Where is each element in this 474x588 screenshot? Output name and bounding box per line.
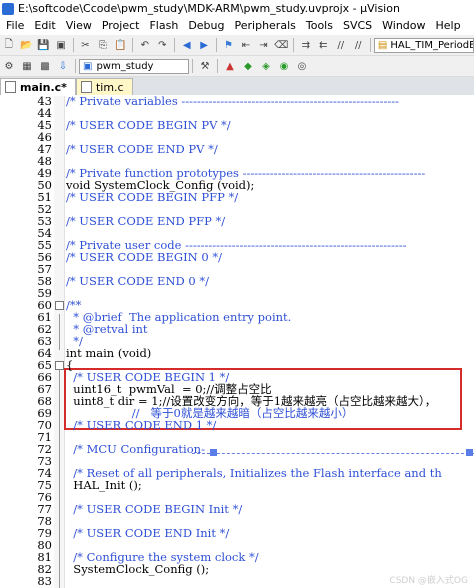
file-extensions-icon[interactable]: ▲ — [223, 59, 237, 73]
code-text: /* USER CODE END PV */ — [66, 142, 218, 156]
c-file-icon — [5, 81, 16, 93]
toolbar-separator — [215, 38, 217, 52]
nav-forward-icon[interactable]: ▶ — [197, 38, 210, 52]
target-icon: ▣ — [83, 60, 93, 72]
code-text: /* USER CODE END Init */ — [66, 526, 230, 540]
menu-file[interactable]: File — [0, 19, 29, 32]
code-text: /* USER CODE END 1 */ — [66, 418, 217, 432]
manage-components-icon[interactable]: ◆ — [241, 59, 255, 73]
c-file-icon — [80, 81, 92, 93]
bookmark-icon[interactable]: ⚑ — [222, 38, 235, 52]
toolbar-separator — [217, 59, 218, 73]
title-bar: E:\softcode\Ccode\pwm_study\MDK-ARM\pwm_… — [0, 0, 474, 17]
new-file-icon[interactable]: 🗋 — [2, 38, 15, 52]
save-all-icon[interactable]: ▣ — [54, 38, 67, 52]
window-title: E:\softcode\Ccode\pwm_study\MDK-ARM\pwm_… — [18, 2, 400, 15]
code-text: HAL_Init (); — [66, 478, 142, 492]
menu-peripherals[interactable]: Peripherals — [230, 19, 301, 32]
save-icon[interactable]: 💾 — [37, 38, 50, 52]
code-text: /* USER CODE BEGIN PFP */ — [66, 190, 239, 204]
line-number: 83 — [37, 574, 52, 588]
code-line[interactable]: 43/* Private variables -----------------… — [0, 96, 474, 107]
select-pack-icon[interactable]: ◈ — [259, 59, 273, 73]
clear-bookmarks-icon[interactable]: ⌫ — [274, 38, 288, 52]
file-toolbar: 🗋 📂 💾 ▣ ✂ ⎘ 📋 ↶ ↷ ◀ ▶ ⚑ ⇤ ⇥ ⌫ ⇉ ⇇ // // … — [0, 35, 474, 56]
rebuild-icon[interactable]: ▩ — [38, 59, 52, 73]
code-text: /* USER CODE BEGIN 0 */ — [66, 250, 222, 264]
copy-icon[interactable]: ⎘ — [96, 38, 109, 52]
fold-toggle-icon[interactable] — [55, 301, 64, 310]
code-line[interactable]: 56/* USER CODE BEGIN 0 */ — [0, 251, 474, 263]
menu-view[interactable]: View — [61, 19, 97, 32]
tab-label: main.c* — [20, 80, 67, 94]
toolbar-separator — [192, 59, 193, 73]
toolbar-separator — [369, 38, 371, 52]
comment-icon[interactable]: // — [334, 38, 347, 52]
code-editor[interactable]: 43/* Private variables -----------------… — [0, 96, 474, 588]
code-line[interactable]: 45/* USER CODE BEGIN PV */ — [0, 119, 474, 131]
code-line[interactable]: 79 /* USER CODE END Init */ — [0, 527, 474, 539]
toolbar-separator — [132, 38, 134, 52]
code-line[interactable]: 72 /* MCU Configuration- — [0, 443, 474, 455]
code-text: /* USER CODE END PFP */ — [66, 214, 226, 228]
prev-bookmark-icon[interactable]: ⇤ — [239, 38, 252, 52]
find-combo-value: HAL_TIM_PeriodElaps — [390, 39, 473, 51]
undo-icon[interactable]: ↶ — [138, 38, 151, 52]
code-line[interactable]: 47/* USER CODE END PV */ — [0, 143, 474, 155]
translate-icon[interactable]: ⚙ — [2, 59, 16, 73]
tab-label: tim.c — [95, 80, 124, 94]
build-toolbar: ⚙ ▦ ▩ ⇩ ▣ pwm_study ⚒ ▲ ◆ ◈ ◉ ◎ — [0, 56, 474, 77]
menu-flash[interactable]: Flash — [144, 19, 183, 32]
menu-bar: File Edit View Project Flash Debug Perip… — [0, 17, 474, 34]
redo-icon[interactable]: ↷ — [156, 38, 169, 52]
nav-back-icon[interactable]: ◀ — [180, 38, 193, 52]
toolbar-separator — [75, 59, 76, 73]
watermark: CSDN @嵌入式OG — [389, 576, 468, 586]
unindent-icon[interactable]: ⇇ — [317, 38, 330, 52]
find-combo[interactable]: ▤ HAL_TIM_PeriodElaps — [373, 37, 474, 53]
code-text: /* Private variables -------------------… — [66, 96, 400, 108]
next-bookmark-icon[interactable]: ⇥ — [257, 38, 270, 52]
code-line[interactable]: 58/* USER CODE END 0 */ — [0, 275, 474, 287]
toolbar-separator — [173, 38, 175, 52]
paste-icon[interactable]: 📋 — [114, 38, 127, 52]
cut-icon[interactable]: ✂ — [79, 38, 92, 52]
menu-project[interactable]: Project — [97, 19, 145, 32]
download-icon[interactable]: ⇩ — [56, 59, 70, 73]
menu-help[interactable]: Help — [431, 19, 466, 32]
tab-main-c[interactable]: main.c* — [0, 78, 76, 95]
code-text: /* USER CODE BEGIN PV */ — [66, 118, 231, 132]
menu-svcs[interactable]: SVCS — [338, 19, 377, 32]
menu-tools[interactable]: Tools — [301, 19, 338, 32]
code-text: /* USER CODE BEGIN Init */ — [66, 502, 243, 516]
code-line[interactable]: 51/* USER CODE BEGIN PFP */ — [0, 191, 474, 203]
fold-toggle-icon[interactable] — [55, 361, 64, 370]
target-options-icon[interactable]: ⚒ — [198, 59, 212, 73]
toolbar-separator — [72, 38, 74, 52]
target-select-value: pwm_study — [96, 60, 154, 72]
code-line[interactable]: 77 /* USER CODE BEGIN Init */ — [0, 503, 474, 515]
menu-window[interactable]: Window — [377, 19, 430, 32]
code-text: SystemClock_Config (); — [66, 562, 210, 576]
code-text: /* USER CODE END 0 */ — [66, 274, 209, 288]
open-folder-icon[interactable]: 📂 — [19, 38, 32, 52]
toolbar-separator — [293, 38, 295, 52]
target-select[interactable]: ▣ pwm_study — [79, 58, 189, 74]
pack-installer-icon[interactable]: ◉ — [277, 59, 291, 73]
manage-run-env-icon[interactable]: ◎ — [295, 59, 309, 73]
code-line[interactable]: 70 /* USER CODE END 1 */ — [0, 419, 474, 431]
code-line[interactable]: 53/* USER CODE END PFP */ — [0, 215, 474, 227]
find-combo-icon: ▤ — [377, 39, 388, 51]
indent-icon[interactable]: ⇉ — [299, 38, 312, 52]
uncomment-icon[interactable]: // — [351, 38, 364, 52]
editor-tabs: main.c* tim.c — [0, 77, 474, 95]
uvision-app-icon — [2, 2, 14, 15]
code-text: int main (void) — [66, 346, 152, 360]
menu-debug[interactable]: Debug — [183, 19, 229, 32]
tab-tim-c[interactable]: tim.c — [75, 78, 133, 95]
code-line[interactable]: 75 HAL_Init (); — [0, 479, 474, 491]
menu-edit[interactable]: Edit — [29, 19, 60, 32]
build-icon[interactable]: ▦ — [20, 59, 34, 73]
code-text: /* MCU Configuration- — [66, 442, 205, 456]
